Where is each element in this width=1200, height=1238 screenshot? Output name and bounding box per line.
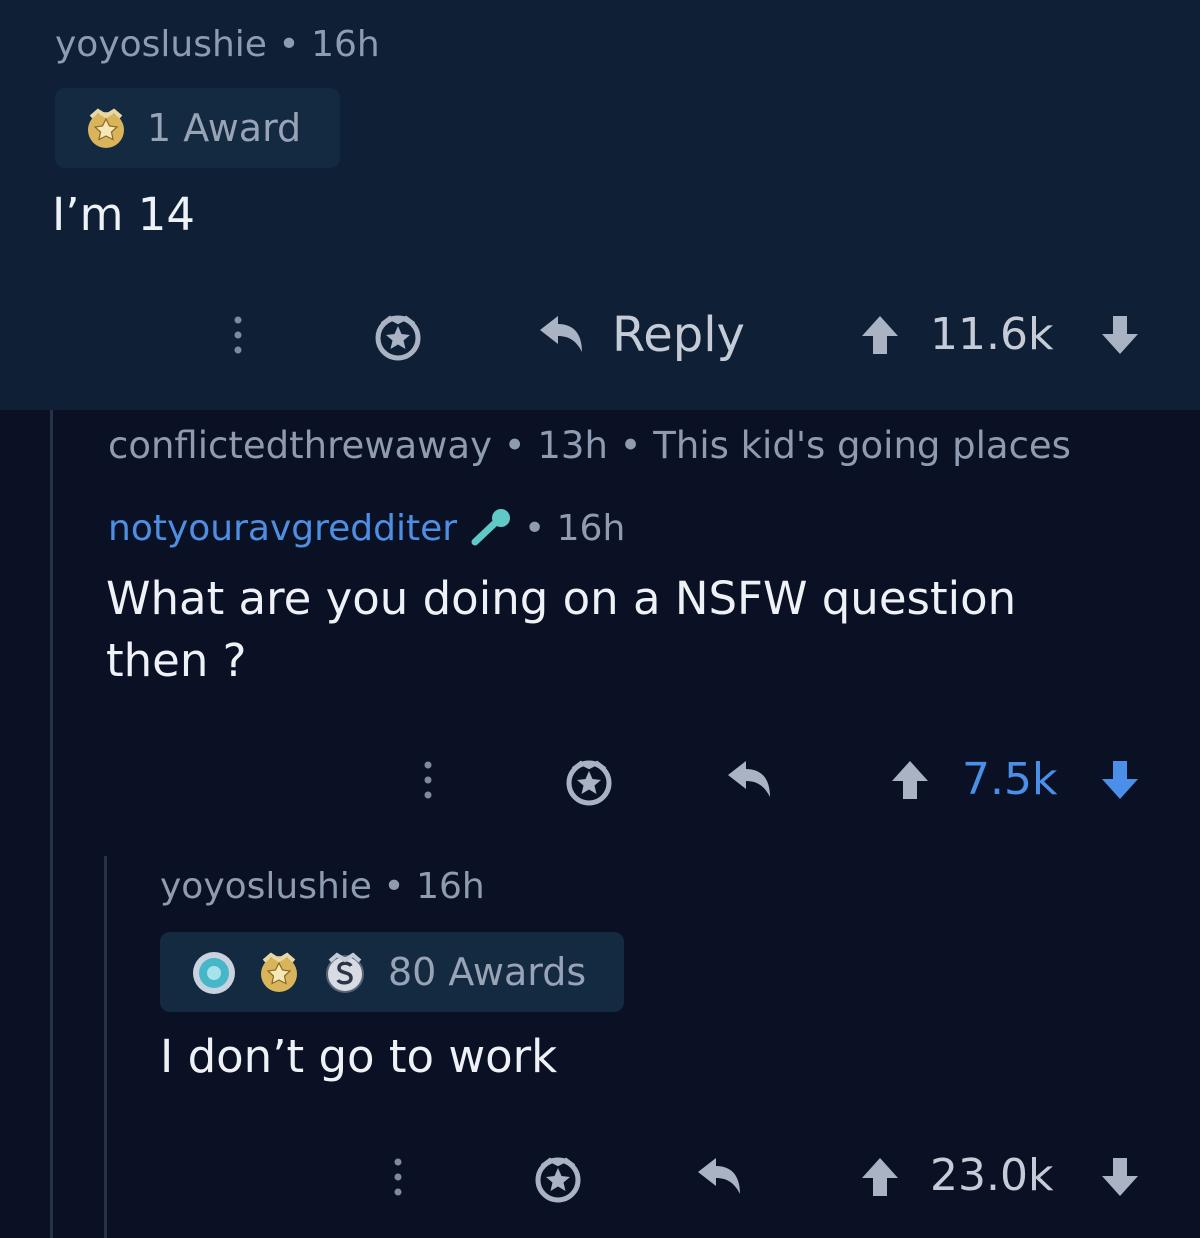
comment-body: I don’t go to work <box>160 1030 558 1083</box>
comment-header: notyouravgredditer • 16h <box>108 506 625 549</box>
give-award-icon[interactable] <box>563 755 615 807</box>
vote-score: 23.0k <box>930 1150 1054 1201</box>
wholesome-award-icon <box>193 952 235 994</box>
author-name[interactable]: conflictedthrewaway <box>108 424 492 467</box>
comment-header: yoyoslushie • 16h <box>160 866 485 907</box>
author-name[interactable]: notyouravgredditer <box>108 508 457 549</box>
vote-score: 11.6k <box>930 309 1054 360</box>
comment-header: yoyoslushie • 16h <box>55 24 380 65</box>
comment-body-line1: What are you doing on a NSFW question <box>106 572 1017 625</box>
silver-award-icon <box>326 952 364 993</box>
separator-dot: • <box>278 24 300 65</box>
reply-arrow-icon[interactable] <box>694 1154 744 1198</box>
thread-line-level1[interactable] <box>50 410 53 1238</box>
reply-arrow-icon[interactable] <box>724 757 774 801</box>
more-vertical-icon[interactable] <box>228 314 248 356</box>
vote-score: 7.5k <box>962 754 1058 805</box>
upvote-arrow-icon[interactable] <box>860 1156 900 1198</box>
give-award-icon[interactable] <box>372 310 424 362</box>
thread-line-level2[interactable] <box>104 856 107 1238</box>
gold-award-icon <box>261 952 297 992</box>
comment-preview: This kid's going places <box>653 424 1071 467</box>
separator-dot: • <box>523 508 546 549</box>
author-name[interactable]: yoyoslushie <box>160 866 372 907</box>
separator-dot: • <box>383 866 405 907</box>
give-award-icon[interactable] <box>532 1152 584 1204</box>
collapsed-comment[interactable]: conflictedthrewaway • 13h • This kid's g… <box>108 424 1071 467</box>
comment-age: 13h <box>537 424 608 467</box>
author-name[interactable]: yoyoslushie <box>55 24 267 65</box>
comment-body: I’m 14 <box>52 188 195 241</box>
downvote-arrow-icon[interactable] <box>1100 314 1140 356</box>
award-count: 80 Awards <box>388 950 587 994</box>
reply-arrow-icon[interactable] <box>536 312 586 356</box>
more-vertical-icon[interactable] <box>388 1156 408 1198</box>
reply-button[interactable]: Reply <box>612 307 745 363</box>
comment-age: 16h <box>556 508 626 549</box>
microphone-icon <box>471 509 510 546</box>
comment-age: 16h <box>416 866 485 907</box>
upvote-arrow-icon[interactable] <box>890 759 930 801</box>
gold-award-icon <box>88 108 124 148</box>
downvote-arrow-icon[interactable] <box>1100 1156 1140 1198</box>
more-vertical-icon[interactable] <box>418 759 438 801</box>
award-count: 1 Award <box>147 106 302 150</box>
separator-dot: • <box>619 424 642 467</box>
comment-age: 16h <box>311 24 380 65</box>
upvote-arrow-icon[interactable] <box>860 314 900 356</box>
downvote-arrow-icon[interactable] <box>1100 759 1140 801</box>
comment-body-line2: then ? <box>106 634 247 687</box>
separator-dot: • <box>503 424 526 467</box>
awards-badge[interactable]: 1 Award <box>55 88 340 168</box>
awards-badge[interactable]: 80 Awards <box>160 932 624 1012</box>
